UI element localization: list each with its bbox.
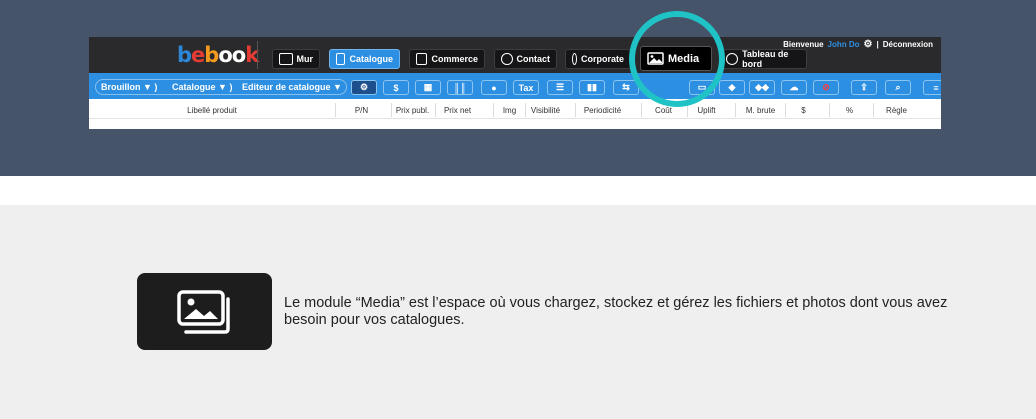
filter-icon[interactable]: ≡ bbox=[923, 80, 941, 95]
globe-icon[interactable]: ● bbox=[481, 80, 507, 95]
section-divider bbox=[0, 176, 1036, 205]
nav-corporate-button[interactable]: Corporate bbox=[565, 49, 631, 69]
tags-icon[interactable]: ◆◆ bbox=[749, 80, 775, 95]
table-header-row: Libellé produit P/N Prix publ. Prix net … bbox=[89, 99, 941, 119]
nav-contact-button[interactable]: Contact bbox=[494, 49, 557, 69]
user-name-link[interactable]: John Do bbox=[828, 40, 860, 49]
corporate-icon bbox=[572, 53, 577, 65]
list-icon[interactable]: ☰ bbox=[547, 80, 573, 95]
nav-commerce-button[interactable]: Commerce bbox=[409, 49, 485, 69]
column-header[interactable]: % bbox=[829, 103, 869, 117]
nav-mur-button[interactable]: Mur bbox=[272, 49, 320, 69]
dashboard-icon bbox=[726, 53, 739, 65]
commerce-icon bbox=[416, 53, 428, 65]
column-header[interactable]: Periodicité bbox=[575, 103, 629, 117]
nav-catalogue-button[interactable]: Catalogue bbox=[329, 49, 400, 69]
column-header[interactable]: P/N bbox=[335, 103, 387, 117]
settings-tool-icon[interactable]: ⚙ bbox=[351, 80, 377, 95]
column-header[interactable]: Uplift bbox=[687, 103, 725, 117]
calendar-icon[interactable]: ▦ bbox=[415, 80, 441, 95]
gear-icon[interactable]: ⚙ bbox=[864, 39, 873, 50]
media-images-icon bbox=[176, 289, 230, 334]
column-header[interactable]: Règle bbox=[873, 103, 919, 117]
price-tool-button[interactable]: $ bbox=[383, 80, 409, 95]
column-header[interactable]: Prix net bbox=[435, 103, 479, 117]
cloud-icon[interactable]: ☁ bbox=[781, 80, 807, 95]
column-header[interactable]: Img bbox=[493, 103, 525, 117]
breadcrumb-catalogue[interactable]: Catalogue ▼ ) bbox=[172, 82, 232, 92]
welcome-area: Bienvenue John Do ⚙ | Déconnexion bbox=[783, 39, 933, 50]
catalogue-icon bbox=[336, 53, 346, 65]
tag-icon[interactable]: ◆ bbox=[719, 80, 745, 95]
columns-icon[interactable]: ▮▮ bbox=[579, 80, 605, 95]
column-header[interactable]: Prix publ. bbox=[391, 103, 433, 117]
media-module-description: Le module “Media” est l’espace où vous c… bbox=[284, 295, 948, 328]
hero-banner: bebook Mur Catalogue Commerce Contact Co… bbox=[0, 0, 1036, 176]
bebook-logo: bebook bbox=[177, 43, 259, 67]
breadcrumb-draft[interactable]: Brouillon ▼ ) bbox=[101, 82, 157, 92]
logo-divider bbox=[257, 41, 258, 69]
media-highlight-circle bbox=[629, 11, 725, 107]
media-module-icon-tile bbox=[137, 273, 272, 350]
barcode-icon[interactable]: ║║ bbox=[447, 80, 473, 95]
search-icon[interactable]: ⌕ bbox=[885, 80, 911, 95]
breadcrumb-editor[interactable]: Editeur de catalogue ▼ bbox=[242, 82, 342, 92]
block-icon[interactable]: ⊘ bbox=[813, 80, 839, 95]
tax-tool-button[interactable]: Tax bbox=[513, 80, 539, 95]
nav-dashboard-button[interactable]: Tableau de bord bbox=[719, 49, 807, 69]
top-navigation-bar: bebook Mur Catalogue Commerce Contact Co… bbox=[89, 37, 941, 73]
column-header[interactable]: Libellé produit bbox=[91, 103, 333, 117]
column-header[interactable]: M. brute bbox=[735, 103, 785, 117]
column-header[interactable]: $ bbox=[785, 103, 821, 117]
contact-icon bbox=[501, 53, 513, 65]
app-screenshot: bebook Mur Catalogue Commerce Contact Co… bbox=[89, 37, 941, 129]
logout-link[interactable]: Déconnexion bbox=[883, 40, 933, 49]
export-icon[interactable]: ⇪ bbox=[851, 80, 877, 95]
column-header[interactable]: Visibilité bbox=[525, 103, 565, 117]
catalogue-toolbar: Brouillon ▼ ) Catalogue ▼ ) Editeur de c… bbox=[89, 73, 941, 99]
edit-icon bbox=[279, 53, 293, 65]
